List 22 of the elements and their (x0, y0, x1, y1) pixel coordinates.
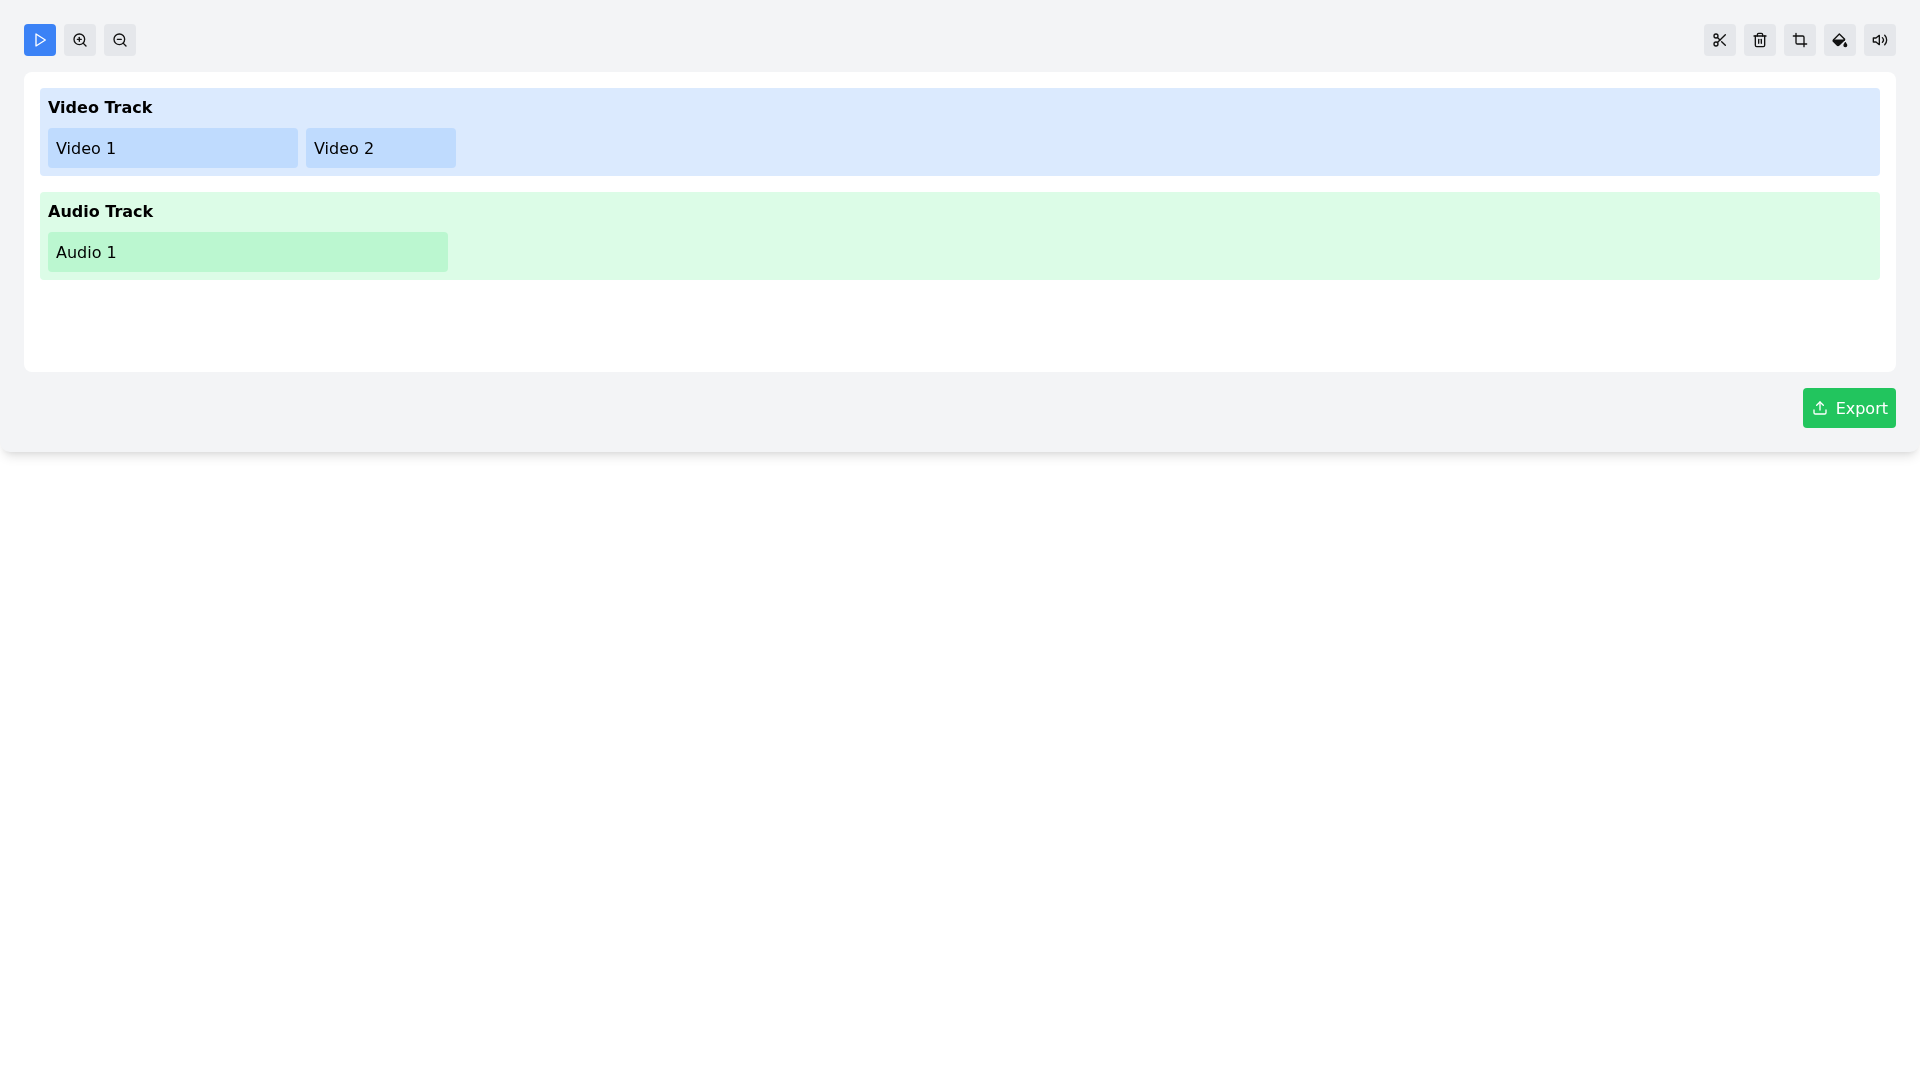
play-icon (32, 32, 48, 48)
trash-icon (1752, 32, 1768, 48)
delete-button[interactable] (1744, 24, 1776, 56)
track-title: Audio Track (48, 201, 154, 223)
scissors-icon (1712, 32, 1728, 48)
crop-button[interactable] (1784, 24, 1816, 56)
crop-icon (1792, 32, 1808, 48)
speaker-icon (1872, 32, 1888, 48)
zoom-in-icon (72, 32, 88, 48)
play-button[interactable] (24, 24, 56, 56)
zoom-out-icon (112, 32, 128, 48)
zoom-in-button[interactable] (64, 24, 96, 56)
audio-clip[interactable]: Audio 1 (48, 232, 448, 272)
paint-bucket-icon (1832, 32, 1848, 48)
video-clip[interactable]: Video 2 (306, 128, 456, 168)
fill-button[interactable] (1824, 24, 1856, 56)
cut-button[interactable] (1704, 24, 1736, 56)
zoom-out-button[interactable] (104, 24, 136, 56)
upload-icon (1811, 400, 1828, 416)
video-clip[interactable]: Video 1 (48, 128, 298, 168)
volume-button[interactable] (1864, 24, 1896, 56)
track-title: Video Track (48, 97, 153, 119)
